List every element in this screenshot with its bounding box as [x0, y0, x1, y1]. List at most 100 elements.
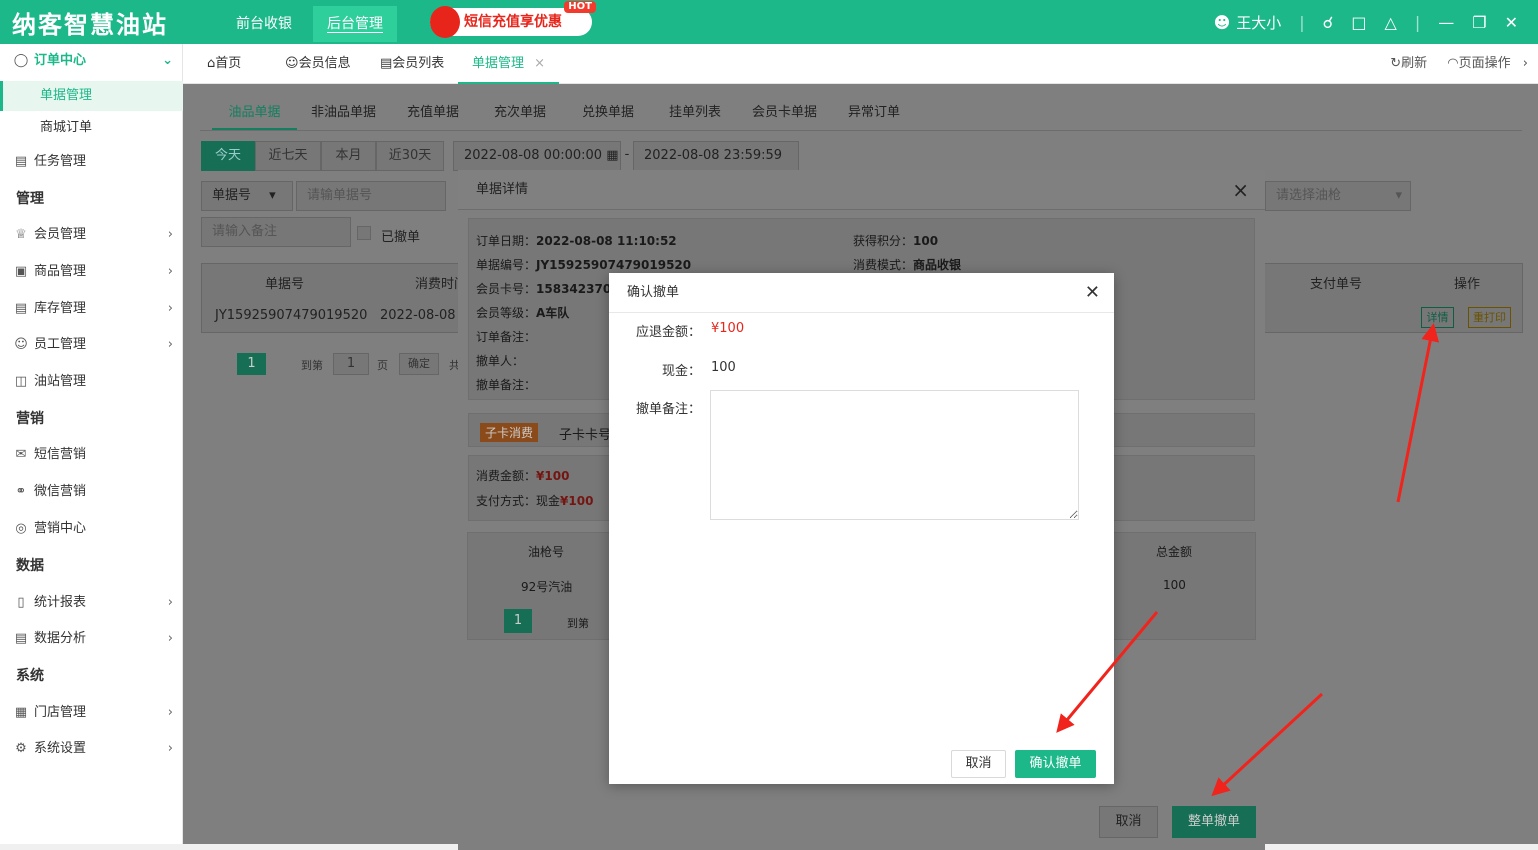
refund-amount-label: 应退金额：	[635, 325, 701, 340]
close-icon[interactable]: ✕	[1085, 282, 1100, 303]
page-ops-icon[interactable]: ◠	[1447, 56, 1458, 71]
doc-type-value: 单据号	[212, 188, 252, 203]
filter-this-month[interactable]: 本月	[321, 141, 376, 171]
gun-table-page-current[interactable]: 1	[504, 609, 532, 633]
sidebar-item-goods-manage[interactable]: ▣ 商品管理 ›	[0, 257, 183, 287]
envelope-icon: ✉	[15, 447, 27, 462]
tab-member-info[interactable]: ☺会员信息	[285, 44, 351, 84]
tab-home[interactable]: ⌂首页	[207, 44, 241, 84]
close-icon[interactable]: ×	[1232, 170, 1249, 210]
user-icon[interactable]: ☻	[1214, 13, 1231, 32]
revoke-remark-textarea[interactable]	[710, 390, 1079, 520]
gun-table-cell-total: 100	[1163, 578, 1186, 592]
date-start-input[interactable]: 2022-08-08 00:00:00 ▦	[453, 141, 621, 171]
sidebar-item-label: 系统设置	[34, 741, 87, 756]
tab-label: 会员信息	[298, 56, 351, 71]
pagination-confirm[interactable]: 确定	[399, 353, 439, 375]
bell-icon[interactable]: △	[1385, 13, 1397, 32]
lock-icon[interactable]: □	[1351, 13, 1366, 32]
points-field: 获得积分：100	[853, 232, 938, 249]
sidebar-group-marketing: 营销	[0, 404, 183, 434]
sidebar-item-stat-report[interactable]: ▯ 统计报表 ›	[0, 588, 183, 618]
subtab-member-card-docs[interactable]: 会员卡单据	[752, 96, 817, 130]
tab-member-list[interactable]: ▤会员列表	[380, 44, 444, 84]
sidebar-item-label: 商品管理	[34, 264, 87, 279]
sidebar-item-label: 油站管理	[34, 374, 87, 389]
sidebar-item-station-manage[interactable]: ◫ 油站管理	[0, 367, 183, 397]
pagination-current[interactable]: 1	[237, 353, 266, 375]
pagination-page-label: 页	[377, 359, 388, 372]
points-label: 获得积分：	[853, 234, 914, 248]
table-cell-doc: JY15925907479019520	[215, 308, 368, 323]
gun-select[interactable]: 请选择油枪 ▾	[1265, 181, 1411, 211]
subtab-oil-docs[interactable]: 油品单据	[212, 96, 297, 130]
pagination-input[interactable]: 1	[333, 353, 369, 375]
divider: |	[1299, 12, 1305, 32]
sidebar-item-store-manage[interactable]: ▦ 门店管理 ›	[0, 698, 183, 728]
reprint-button[interactable]: 重打印	[1468, 307, 1511, 328]
filter-today[interactable]: 今天	[201, 141, 255, 171]
nav-front-cashier[interactable]: 前台收银	[222, 6, 306, 42]
tab-doc-manage[interactable]: 单据管理 ×	[458, 44, 560, 84]
filter-last7[interactable]: 近七天	[255, 141, 321, 171]
sidebar-item-doc-manage[interactable]: 单据管理	[0, 81, 183, 111]
subtab-recharge-docs[interactable]: 充值单据	[407, 96, 459, 130]
sidebar-item-task-manage[interactable]: ▤ 任务管理	[0, 147, 183, 177]
nav-back-admin[interactable]: 后台管理	[313, 6, 397, 42]
headset-icon[interactable]: ☌	[1323, 13, 1334, 32]
sidebar-item-staff-manage[interactable]: ☺ 员工管理 ›	[0, 330, 183, 360]
tab-label: 单据管理	[472, 56, 525, 71]
doc-detail-modal-header: 单据详情 ×	[458, 170, 1265, 210]
sidebar-item-label: 任务管理	[34, 154, 87, 169]
confirm-revoke-dialog: 确认撤单 ✕ 应退金额： ¥100 现金： 100 撤单备注： 取消 确认撤单	[609, 273, 1114, 784]
remark-input[interactable]: 请输入备注	[201, 217, 351, 247]
page-ops-label[interactable]: 页面操作	[1459, 56, 1511, 71]
revoked-checkbox[interactable]	[357, 226, 371, 240]
sidebar-item-stock-manage[interactable]: ▤ 库存管理 ›	[0, 294, 183, 324]
filter-last30[interactable]: 近30天	[376, 141, 444, 171]
doc-number-input[interactable]: 请输单据号	[296, 181, 446, 211]
detail-button[interactable]: 详情	[1421, 307, 1454, 328]
date-end-input[interactable]: 2022-08-08 23:59:59 ▦	[633, 141, 799, 191]
subtab-non-oil-docs[interactable]: 非油品单据	[311, 96, 376, 130]
subcard-tag: 子卡消费	[480, 423, 539, 442]
cancel-button[interactable]: 取消	[951, 750, 1006, 778]
confirm-revoke-button[interactable]: 确认撤单	[1015, 750, 1096, 778]
top-bar: 纳客智慧油站 前台收银 后台管理 短信充值享优惠 HOT ☻ 王大小 | ☌ □…	[0, 0, 1538, 44]
calendar-icon: ▦	[606, 148, 619, 163]
chevron-down-icon: ▾	[1395, 188, 1402, 203]
minimize-icon[interactable]: —	[1438, 13, 1454, 32]
sidebar-item-mall-order[interactable]: 商城订单	[0, 113, 183, 143]
sidebar-group-label: 数据	[16, 558, 44, 574]
sidebar-item-system-settings[interactable]: ⚙ 系统设置 ›	[0, 734, 183, 764]
subtab-exchange-docs[interactable]: 兑换单据	[582, 96, 634, 130]
doc-detail-modal-title: 单据详情	[476, 182, 529, 197]
promo-banner[interactable]: 短信充值享优惠 HOT	[430, 1, 596, 38]
confirm-revoke-dialog-title: 确认撤单	[609, 273, 1114, 313]
subtab-count-recharge-docs[interactable]: 充次单据	[494, 96, 546, 130]
person-icon: ☺	[14, 337, 28, 352]
sidebar-item-sms-marketing[interactable]: ✉ 短信营销	[0, 440, 183, 470]
close-icon[interactable]: ✕	[1505, 13, 1518, 32]
sidebar-item-wechat-marketing[interactable]: ⚭ 微信营销	[0, 477, 183, 507]
sidebar-item-data-analysis[interactable]: ▤ 数据分析 ›	[0, 624, 183, 654]
refresh-label[interactable]: 刷新	[1401, 56, 1427, 71]
gun-table-cell-gun: 92号汽油	[521, 580, 573, 594]
detail-cancel-button[interactable]: 取消	[1099, 806, 1158, 838]
sidebar-item-label: 员工管理	[34, 337, 87, 352]
chevron-right-icon: ›	[167, 227, 173, 242]
refund-amount-row: 应退金额： ¥100	[609, 321, 1114, 341]
sidebar-item-order-center[interactable]: ◯ 订单中心 ⌄	[0, 46, 183, 76]
level-field: 会员等级：A车队	[476, 304, 569, 321]
restore-icon[interactable]: ❐	[1472, 13, 1486, 32]
refresh-icon[interactable]: ↻	[1390, 56, 1401, 71]
subtab-pending-list[interactable]: 挂单列表	[669, 96, 721, 130]
revoke-all-button[interactable]: 整单撤单	[1172, 806, 1256, 838]
user-name[interactable]: 王大小	[1236, 12, 1281, 33]
sidebar-item-marketing-center[interactable]: ◎ 营销中心	[0, 514, 183, 544]
subtab-abnormal-orders[interactable]: 异常订单	[848, 96, 900, 130]
close-icon[interactable]: ×	[534, 56, 545, 71]
doc-type-select[interactable]: 单据号 ▾	[201, 181, 293, 211]
chevron-right-icon[interactable]: ›	[1523, 56, 1528, 71]
sidebar-item-member-manage[interactable]: ♕ 会员管理 ›	[0, 220, 183, 250]
